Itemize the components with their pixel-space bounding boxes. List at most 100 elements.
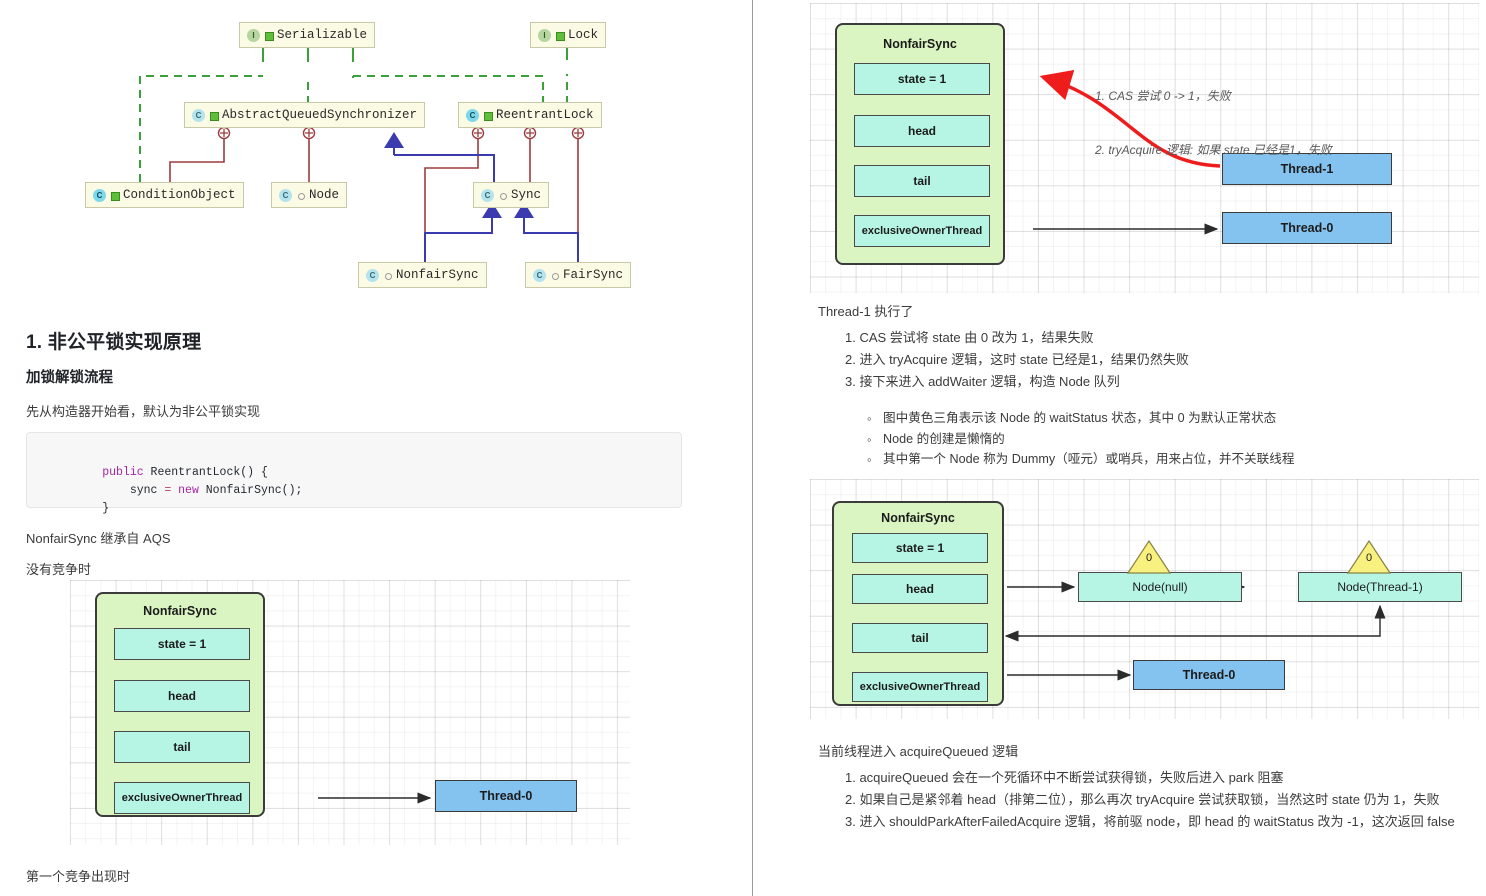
- waitstatus-triangle-1: 0: [1126, 539, 1172, 574]
- public-visibility-icon: [555, 31, 565, 41]
- annotation-line-2: 2. tryAcquire 逻辑: 如果 state 已经是1，失败: [1095, 143, 1332, 157]
- nonfairsync-container: NonfairSync state = 1 head tail exclusiv…: [832, 501, 1004, 706]
- section1-sub-list: 图中黄色三角表示该 Node 的 waitStatus 状态，其中 0 为默认正…: [867, 412, 1483, 474]
- page-title: 1. 非公平锁实现原理: [26, 332, 202, 353]
- node-thread1-box: Node(Thread-1): [1298, 572, 1462, 602]
- nonfairsync-container: NonfairSync state = 1 head tail exclusiv…: [835, 23, 1005, 265]
- list-item: 2. 如果自己是紧邻着 head（排第二位），那么再次 tryAcquire 尝…: [845, 792, 1440, 807]
- list-item: 1. CAS 尝试将 state 由 0 改为 1，结果失败: [845, 330, 1094, 345]
- field-exclusive-owner-thread-label: exclusiveOwnerThread: [859, 681, 981, 693]
- field-tail: tail: [854, 165, 990, 197]
- paragraph-first-contention: 第一个竞争出现时: [26, 869, 131, 884]
- public-visibility-icon: [209, 111, 219, 121]
- field-exclusive-owner-thread-label: exclusiveOwnerThread: [861, 225, 983, 237]
- public-visibility-icon: [483, 111, 493, 121]
- uml-connectors: [139, 32, 585, 262]
- list-item: 1. acquireQueued 会在一个死循环中不断尝试获得锁，失败后进入 p…: [845, 770, 1284, 785]
- uml-node-node[interactable]: C Node: [271, 182, 348, 208]
- nonfairsync-title: NonfairSync: [883, 37, 957, 51]
- uml-node-label: NonfairSync: [396, 268, 479, 282]
- uml-node-label: Sync: [511, 188, 542, 202]
- uml-node-label: Lock: [568, 28, 599, 42]
- interface-icon: I: [247, 28, 260, 42]
- annotation-line-1: 1. CAS 尝试 0 -> 1，失败: [1095, 89, 1231, 103]
- field-exclusive-owner-thread-label: exclusiveOwnerThread: [121, 792, 243, 804]
- field-tail: tail: [852, 623, 988, 653]
- field-exclusive-owner-thread: exclusiveOwnerThread: [854, 215, 990, 247]
- field-tail-label: tail: [911, 631, 929, 645]
- class-icon: C: [533, 268, 546, 282]
- code-keyword-new: new: [171, 484, 199, 497]
- thread-0-box: Thread-0: [435, 780, 577, 812]
- paragraph-inherits-aqs: NonfairSync 继承自 AQS: [26, 531, 171, 546]
- nonfairsync-title: NonfairSync: [143, 604, 217, 618]
- field-state-label: state = 1: [897, 72, 947, 86]
- class-icon: C: [366, 268, 379, 282]
- abstract-class-icon: C: [192, 108, 205, 122]
- diagram-first-contention: NonfairSync state = 1 head tail exclusiv…: [810, 3, 1479, 293]
- uml-node-sync[interactable]: C Sync: [473, 182, 550, 208]
- abstract-class-icon: C: [481, 188, 494, 202]
- uml-node-abstract-queued-synchronizer[interactable]: C AbstractQueuedSynchronizer: [184, 102, 426, 128]
- list-item: Node 的创建是懒惰的: [867, 432, 1483, 445]
- left-column: I Serializable I Lock C AbstractQueuedSy…: [0, 0, 752, 896]
- right-column: NonfairSync state = 1 head tail exclusiv…: [753, 0, 1486, 896]
- nonfairsync-container: NonfairSync state = 1 head tail exclusiv…: [95, 592, 265, 817]
- uml-node-label: FairSync: [563, 268, 624, 282]
- thread-0-label: Thread-0: [1182, 668, 1236, 682]
- list-item: 3. 接下来进入 addWaiter 逻辑，构造 Node 队列: [845, 374, 1120, 389]
- class-icon: C: [466, 108, 479, 122]
- field-head: head: [852, 574, 988, 604]
- field-head: head: [114, 680, 250, 712]
- uml-node-label: ConditionObject: [123, 188, 236, 202]
- code-block-reentrantlock-constructor: public ReentrantLock() { sync = new Nonf…: [26, 432, 682, 515]
- section2-ordered-list: 1. acquireQueued 会在一个死循环中不断尝试获得锁，失败后进入 p…: [845, 771, 1485, 837]
- annotation-cas-failure: 1. CAS 尝试 0 -> 1，失败 2. tryAcquire 逻辑: 如果…: [1095, 51, 1332, 195]
- thread-0-label: Thread-0: [1280, 221, 1334, 235]
- uml-node-label: ReentrantLock: [496, 108, 594, 122]
- field-head: head: [854, 115, 990, 147]
- uml-node-fair-sync[interactable]: C FairSync: [525, 262, 632, 288]
- section1-ordered-list: 1. CAS 尝试将 state 由 0 改为 1，结果失败 2. 进入 try…: [845, 331, 1465, 397]
- uml-node-lock[interactable]: I Lock: [530, 22, 607, 48]
- uml-class-diagram: I Serializable I Lock C AbstractQueuedSy…: [0, 0, 752, 305]
- waitstatus-triangle-2: 0: [1346, 539, 1392, 574]
- page-root: I Serializable I Lock C AbstractQueuedSy…: [0, 0, 1486, 896]
- abstract-class-icon: C: [279, 188, 292, 202]
- uml-node-condition-object[interactable]: C ConditionObject: [85, 182, 244, 208]
- field-state: state = 1: [852, 533, 988, 563]
- field-head-label: head: [905, 582, 934, 596]
- package-visibility-icon: [498, 191, 507, 200]
- list-item: 其中第一个 Node 称为 Dummy（哑元）或哨兵，用来占位，并不关联线程: [867, 453, 1483, 466]
- field-state: state = 1: [854, 63, 990, 95]
- uml-node-serializable[interactable]: I Serializable: [239, 22, 376, 48]
- field-head-label: head: [167, 689, 196, 703]
- uml-node-nonfair-sync[interactable]: C NonfairSync: [358, 262, 487, 288]
- list-item: 2. 进入 tryAcquire 逻辑，这时 state 已经是1，结果仍然失败: [845, 352, 1189, 367]
- node-null-label: Node(null): [1132, 580, 1188, 594]
- nonfairsync-title: NonfairSync: [881, 511, 955, 525]
- section2-lead: 当前线程进入 acquireQueued 逻辑: [818, 744, 1019, 759]
- field-state-label: state = 1: [157, 637, 207, 651]
- public-visibility-icon: [110, 191, 120, 201]
- paragraph-no-contention: 没有竞争时: [26, 562, 92, 577]
- waitstatus-value: 0: [1365, 552, 1373, 564]
- package-visibility-icon: [383, 271, 392, 280]
- diagram-node-queue: NonfairSync state = 1 head tail exclusiv…: [810, 479, 1479, 719]
- thread-0-label: Thread-0: [479, 789, 533, 803]
- field-tail-label: tail: [173, 740, 191, 754]
- uml-node-reentrant-lock[interactable]: C ReentrantLock: [458, 102, 602, 128]
- interface-icon: I: [538, 28, 551, 42]
- node-null-box: Node(null): [1078, 572, 1242, 602]
- code-line-2-prefix: sync: [102, 484, 165, 497]
- waitstatus-value: 0: [1145, 552, 1153, 564]
- uml-node-label: AbstractQueuedSynchronizer: [222, 108, 418, 122]
- field-exclusive-owner-thread: exclusiveOwnerThread: [852, 672, 988, 702]
- field-exclusive-owner-thread: exclusiveOwnerThread: [114, 782, 250, 814]
- field-state: state = 1: [114, 628, 250, 660]
- diagram-no-contention: NonfairSync state = 1 head tail exclusiv…: [70, 580, 630, 845]
- intro-paragraph: 先从构造器开始看，默认为非公平锁实现: [26, 404, 261, 419]
- section1-lead: Thread-1 执行了: [818, 304, 914, 319]
- section-subtitle: 加锁解锁流程: [26, 370, 113, 386]
- field-state-label: state = 1: [895, 541, 945, 555]
